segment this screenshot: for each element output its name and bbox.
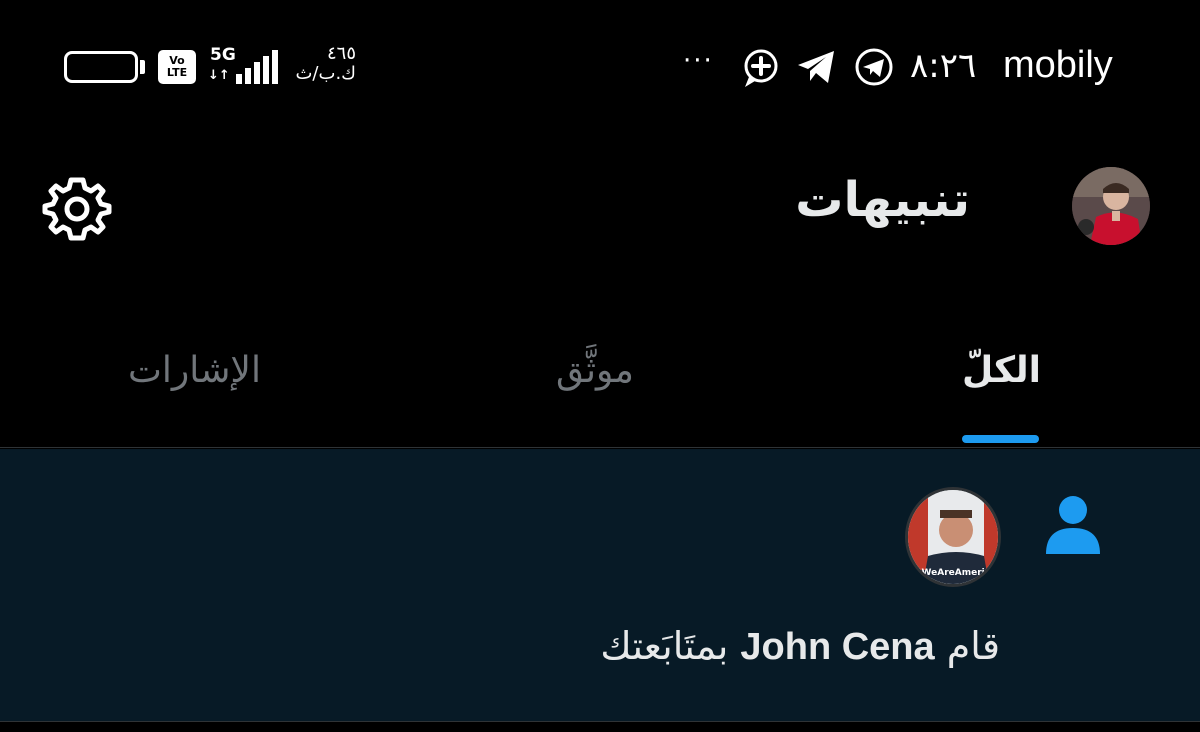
volte-line2: LTE [166, 66, 188, 79]
bottom-strip [0, 722, 1200, 732]
tab-mentions[interactable]: الإشارات [128, 350, 261, 391]
more-notifications-icon: ··· [683, 46, 714, 76]
network-speed-unit: ك.ب/ث [295, 63, 356, 84]
notification-suffix: بمتَابَعتك [600, 624, 741, 668]
follower-name[interactable]: John Cena [740, 626, 934, 668]
telegram-x-icon [855, 48, 893, 86]
active-tab-indicator [962, 435, 1039, 443]
page-title: تنبيهات [795, 172, 970, 228]
network-speed-value: ٤٦٥ [326, 43, 356, 64]
notification-item[interactable]: #WeAreAmerica قام John Cena بمتَابَعتك [0, 449, 1200, 722]
profile-avatar[interactable] [1072, 167, 1150, 245]
network-speed: ٤٦٥ ك.ب/ث [290, 44, 356, 84]
signal-strength-icon [236, 50, 278, 84]
carrier-name: mobily [1003, 44, 1113, 86]
battery-level: 54 [87, 56, 115, 78]
profile-avatar-image [1072, 167, 1150, 245]
notification-text: قام John Cena بمتَابَعتك [600, 624, 1000, 669]
battery-icon: 54 [64, 51, 138, 83]
avatar-caption: #WeAreAmerica [914, 568, 997, 578]
gear-icon[interactable] [42, 174, 112, 244]
tab-bar: الكلّ موثَّق الإشارات [0, 290, 1200, 448]
telegram-icon [798, 51, 834, 83]
notifications-screen: 54 Vo LTE 5G ↓↑ ٤٦٥ ك.ب/ث ··· ٨:٢٦ mobil… [0, 0, 1200, 732]
clock: ٨:٢٦ [910, 46, 977, 86]
notification-prefix: قام [934, 624, 1000, 668]
tab-verified[interactable]: موثَّق [556, 350, 634, 391]
data-arrows-icon: ↓↑ [208, 68, 230, 83]
app-header: تنبيهات [0, 130, 1200, 290]
status-bar: 54 Vo LTE 5G ↓↑ ٤٦٥ ك.ب/ث ··· ٨:٢٦ mobil… [0, 0, 1200, 130]
volte-icon: Vo LTE [158, 50, 196, 84]
tab-all[interactable]: الكلّ [962, 350, 1041, 391]
whatsapp-icon [744, 49, 778, 87]
battery-cap [140, 60, 145, 74]
person-icon [1046, 496, 1100, 554]
follower-avatar[interactable]: #WeAreAmerica [905, 487, 1001, 587]
